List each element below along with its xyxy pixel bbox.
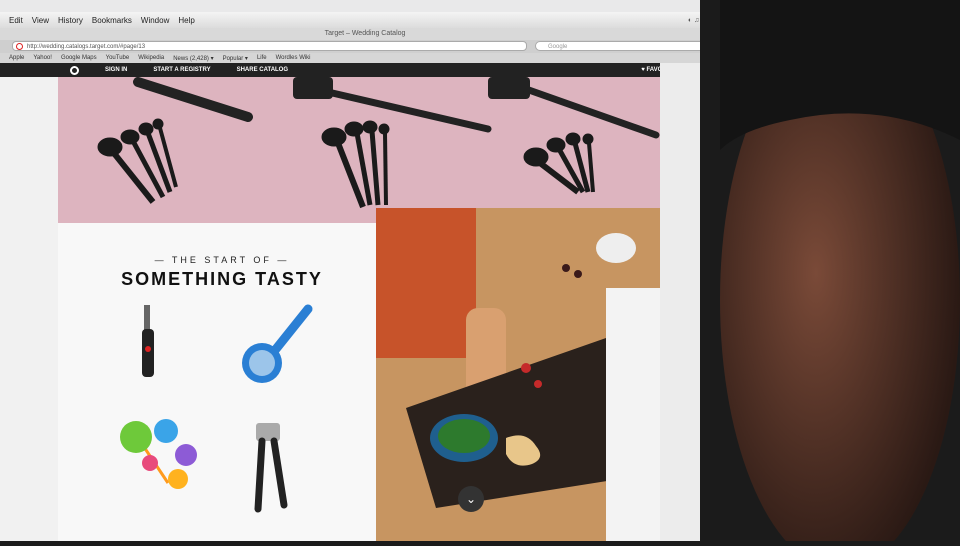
address-row: http://wedding.catalogs.target.com/#page… bbox=[0, 40, 730, 53]
share-catalog-link[interactable]: SHARE CATALOG bbox=[237, 67, 288, 73]
catalog-page: — THE START OF — SOMETHING TASTY ⌄ bbox=[0, 77, 660, 541]
measuring-cups-icon bbox=[120, 419, 197, 489]
bookmark-wikipedia[interactable]: Wikipedia bbox=[138, 55, 164, 61]
scroll-down-button[interactable]: ⌄ bbox=[458, 486, 484, 512]
utensils-illustration bbox=[97, 77, 660, 209]
bookmark-youtube[interactable]: YouTube bbox=[106, 55, 130, 61]
menu-window[interactable]: Window bbox=[141, 16, 169, 25]
url-text: http://wedding.catalogs.target.com/#page… bbox=[27, 44, 146, 50]
cooking-photo bbox=[376, 208, 660, 541]
window-title: Target – Wedding Catalog bbox=[0, 28, 730, 40]
bookmark-life[interactable]: Life bbox=[257, 55, 267, 61]
bookmarks-bar: Apple Yahoo! Google Maps YouTube Wikiped… bbox=[0, 53, 730, 63]
menu-edit[interactable]: Edit bbox=[9, 16, 23, 25]
products-illustration bbox=[120, 304, 313, 513]
bookmark-yahoo[interactable]: Yahoo! bbox=[33, 55, 52, 61]
person-head-image bbox=[700, 0, 960, 546]
menu-help[interactable]: Help bbox=[178, 16, 194, 25]
strainer-icon bbox=[242, 304, 313, 383]
menu-bar: Edit View History Bookmarks Window Help … bbox=[0, 12, 730, 28]
site-nav: SIGN IN START A REGISTRY SHARE CATALOG ♥… bbox=[0, 63, 730, 77]
viewer-silhouette bbox=[700, 0, 960, 546]
menu-view[interactable]: View bbox=[32, 16, 49, 25]
target-logo-icon[interactable] bbox=[70, 65, 79, 75]
target-favicon-icon bbox=[16, 43, 23, 50]
url-field[interactable]: http://wedding.catalogs.target.com/#page… bbox=[12, 41, 527, 51]
can-opener-icon bbox=[254, 423, 288, 513]
chevron-down-icon: ⌄ bbox=[465, 492, 477, 506]
bookmark-apple[interactable]: Apple bbox=[9, 55, 24, 61]
peeler-icon bbox=[142, 305, 154, 377]
product-card: — THE START OF — SOMETHING TASTY bbox=[58, 223, 386, 541]
bookmark-wordles[interactable]: Wordles Wiki bbox=[276, 55, 311, 61]
bookmark-news[interactable]: News (2,428) ▾ bbox=[173, 55, 213, 62]
bookmark-popular[interactable]: Popular ▾ bbox=[223, 55, 248, 62]
search-field[interactable]: Google bbox=[535, 41, 705, 51]
monitor-screen: Edit View History Bookmarks Window Help … bbox=[0, 0, 730, 541]
bookmark-google-maps[interactable]: Google Maps bbox=[61, 55, 97, 61]
cooking-scene-image bbox=[376, 208, 660, 541]
start-registry-link[interactable]: START A REGISTRY bbox=[153, 67, 210, 73]
menu-history[interactable]: History bbox=[58, 16, 83, 25]
sign-in-link[interactable]: SIGN IN bbox=[105, 67, 127, 73]
menu-bookmarks[interactable]: Bookmarks bbox=[92, 16, 132, 25]
hero-utensils-image bbox=[58, 77, 660, 223]
